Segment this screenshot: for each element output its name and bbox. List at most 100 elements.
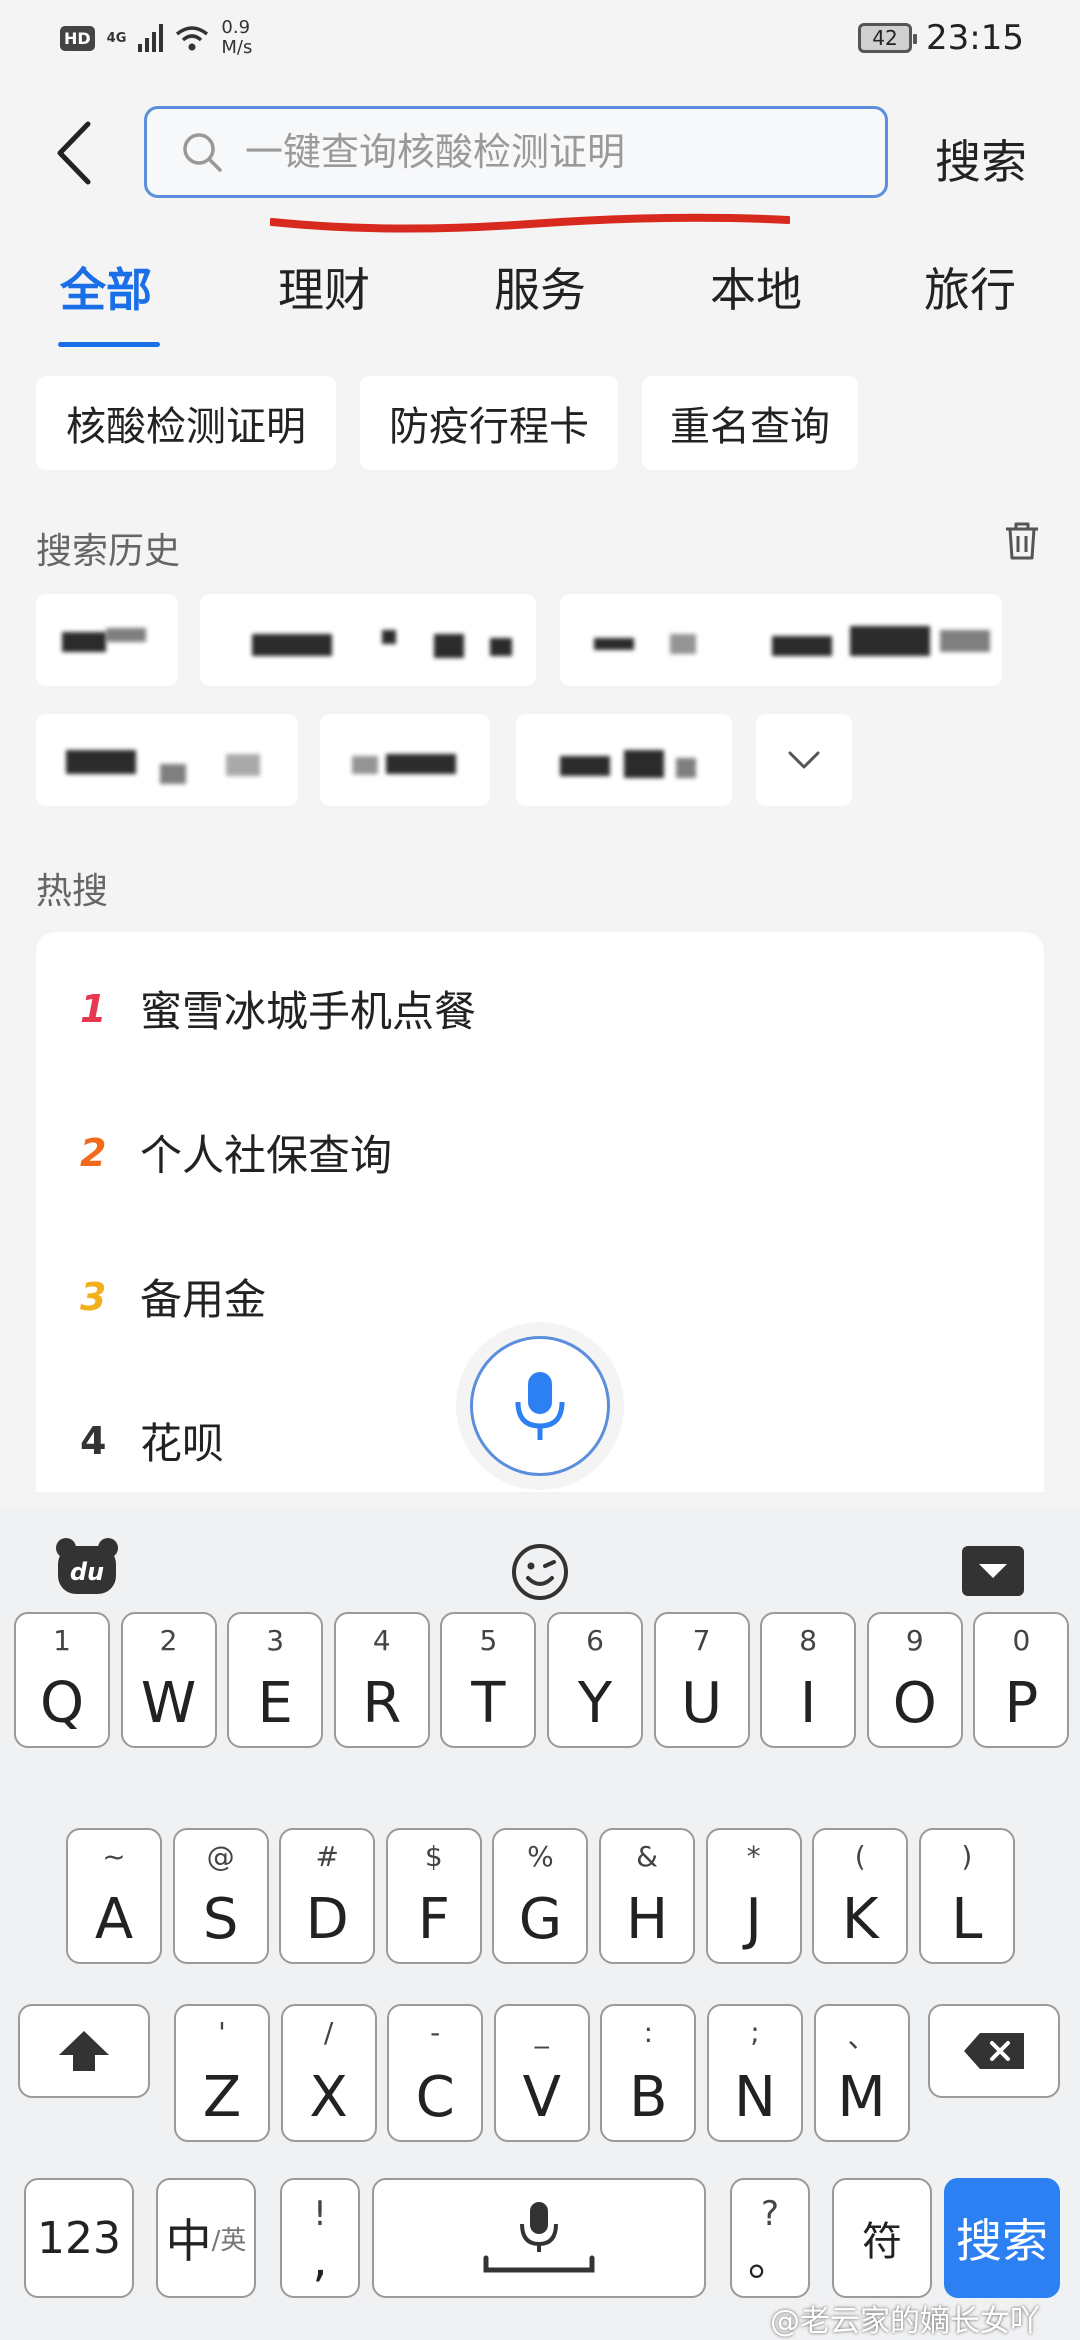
- tab-local[interactable]: 本地: [710, 254, 802, 320]
- key-p[interactable]: 0P: [973, 1612, 1070, 1748]
- key-sub-label: @: [206, 1840, 235, 1873]
- punctuation-key-comma[interactable]: ! ,: [280, 2178, 360, 2298]
- key-main-label: A: [94, 1887, 134, 1952]
- tab-travel[interactable]: 旅行: [924, 254, 1016, 320]
- chip-nucleic-test-certificate[interactable]: 核酸检测证明: [36, 376, 336, 470]
- key-e[interactable]: 3E: [227, 1612, 324, 1748]
- space-key[interactable]: [372, 2178, 706, 2298]
- trash-icon[interactable]: [1002, 520, 1042, 562]
- chevron-down-icon: [788, 751, 820, 769]
- voice-search-button[interactable]: [470, 1336, 610, 1476]
- lang-main-label: 中: [165, 2214, 212, 2268]
- key-main-label: B: [629, 2065, 668, 2130]
- key-sub-label: $: [424, 1840, 443, 1873]
- emoji-icon[interactable]: [510, 1542, 570, 1602]
- key-sub-label: -: [430, 2016, 441, 2049]
- key-q[interactable]: 1Q: [14, 1612, 110, 1748]
- key-main-label: D: [305, 1887, 349, 1952]
- history-item[interactable]: [36, 594, 178, 686]
- punctuation-key-period[interactable]: ? 。: [730, 2178, 810, 2298]
- key-n[interactable]: ; N: [707, 2004, 803, 2142]
- key-w[interactable]: 2W: [120, 1612, 217, 1748]
- key-y[interactable]: 6Y: [547, 1612, 643, 1748]
- key-sub-label: 1: [53, 1624, 71, 1657]
- keyboard-search-key[interactable]: 搜索: [944, 2178, 1060, 2298]
- key-main-label: P: [1004, 1671, 1039, 1736]
- key-m[interactable]: 、 M: [813, 2004, 910, 2142]
- search-button[interactable]: 搜索: [935, 126, 1027, 192]
- hot-search-text: 蜜雪冰城手机点餐: [140, 987, 477, 1036]
- key-v[interactable]: _ V: [493, 2004, 590, 2142]
- key-x[interactable]: / X: [280, 2004, 377, 2142]
- history-item[interactable]: [200, 594, 536, 686]
- key-main: ,: [312, 2232, 328, 2288]
- backspace-key[interactable]: [928, 2004, 1060, 2098]
- key-l[interactable]: ) L: [918, 1828, 1015, 1964]
- history-item[interactable]: [516, 714, 732, 806]
- expand-history-button[interactable]: [756, 714, 852, 806]
- key-a[interactable]: ~ A: [66, 1828, 162, 1964]
- history-item[interactable]: [36, 714, 298, 806]
- key-o[interactable]: 9O: [866, 1612, 963, 1748]
- key-u[interactable]: 7U: [653, 1612, 750, 1748]
- history-title: 搜索历史: [36, 531, 181, 572]
- key-r[interactable]: 4R: [333, 1612, 430, 1748]
- number-mode-key[interactable]: 123: [24, 2178, 134, 2298]
- backspace-icon: [964, 2033, 1024, 2069]
- key-sub-label: 8: [799, 1624, 818, 1657]
- tab-finance[interactable]: 理财: [278, 254, 370, 320]
- key-main: 。: [748, 2235, 792, 2286]
- key-main-label: U: [681, 1671, 723, 1736]
- chip-duplicate-name-query[interactable]: 重名查询: [642, 376, 858, 470]
- hd-indicator: HD: [60, 25, 95, 51]
- key-c[interactable]: -C: [387, 2004, 484, 2142]
- key-t[interactable]: 5T: [440, 1612, 537, 1748]
- tab-all[interactable]: 全部: [60, 254, 152, 320]
- history-item[interactable]: [560, 594, 1002, 686]
- search-icon: [183, 133, 222, 172]
- key-z[interactable]: ' Z: [174, 2004, 270, 2142]
- language-switch-key[interactable]: 中/英: [156, 2178, 256, 2298]
- battery-icon: 42: [858, 23, 918, 53]
- key-d[interactable]: # D: [279, 1828, 376, 1964]
- red-annotation-underline: [270, 213, 790, 233]
- key-main-label: I: [799, 1671, 817, 1736]
- shift-key[interactable]: [18, 2004, 150, 2098]
- signal-icon: [138, 24, 164, 52]
- key-main-label: L: [951, 1887, 983, 1952]
- hot-search-text: 花呗: [140, 1419, 225, 1468]
- soft-keyboard: du 123 中/英 ! , ? 。 符 搜索 1Q2W3E4R5T6Y7U8I…: [0, 1506, 1080, 2340]
- key-i[interactable]: 8I: [760, 1612, 857, 1748]
- key-main-label: Y: [577, 1671, 613, 1736]
- hot-search-item[interactable]: 3 备用金: [80, 1266, 266, 1327]
- key-b[interactable]: :B: [600, 2004, 697, 2142]
- key-j[interactable]: * J: [705, 1828, 802, 1964]
- symbol-key[interactable]: 符: [832, 2178, 932, 2298]
- key-g[interactable]: % G: [492, 1828, 589, 1964]
- key-sub-label: (: [854, 1840, 866, 1873]
- lang-sub-label: /英: [211, 2225, 247, 2256]
- hot-search-text: 个人社保查询: [140, 1131, 393, 1180]
- key-main-label: J: [745, 1887, 762, 1952]
- key-main-label: H: [625, 1887, 669, 1952]
- key-main-label: Z: [202, 2065, 242, 2130]
- hot-search-item[interactable]: 4 花呗: [80, 1410, 224, 1471]
- tab-services[interactable]: 服务: [494, 254, 586, 320]
- search-input[interactable]: [245, 130, 845, 174]
- key-s[interactable]: @ S: [172, 1828, 269, 1964]
- key-f[interactable]: $ F: [385, 1828, 482, 1964]
- key-sub-label: /: [323, 2016, 334, 2049]
- hide-keyboard-icon[interactable]: [962, 1546, 1024, 1596]
- history-item[interactable]: [320, 714, 490, 806]
- du-bear-logo-icon[interactable]: du: [54, 1536, 120, 1598]
- speed-value: 0.9: [221, 17, 251, 38]
- search-box[interactable]: [144, 106, 888, 198]
- hot-search-item[interactable]: 1 蜜雪冰城手机点餐: [80, 978, 476, 1039]
- watermark: @老云家的嫡长女吖: [770, 2304, 1040, 2339]
- back-arrow-icon[interactable]: [50, 118, 96, 188]
- key-h[interactable]: & H: [599, 1828, 695, 1964]
- key-k[interactable]: (K: [812, 1828, 909, 1964]
- chip-epidemic-travel-card[interactable]: 防疫行程卡: [360, 376, 618, 470]
- hot-search-item[interactable]: 2 个人社保查询: [80, 1122, 392, 1183]
- key-main-label: N: [734, 2065, 776, 2130]
